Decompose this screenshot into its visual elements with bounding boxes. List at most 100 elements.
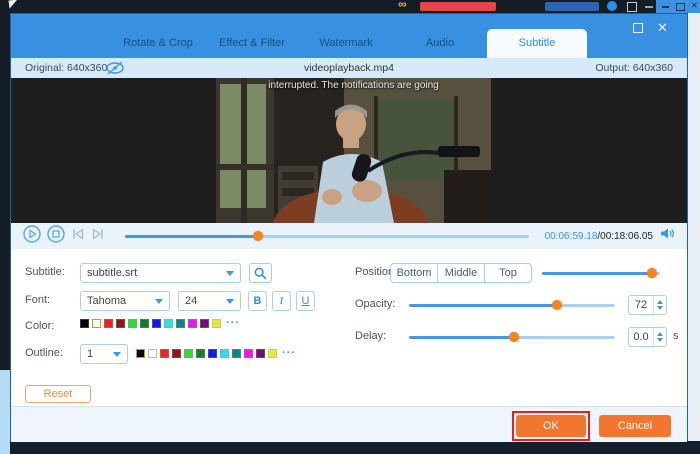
bold-button[interactable]: B (248, 291, 267, 311)
video-info-bar: Original: 640x360 videoplayback.mp4 Outp… (11, 58, 687, 78)
color-swatch[interactable] (128, 319, 137, 328)
tab-watermark[interactable]: Watermark (299, 29, 393, 58)
edit-subtitle-dialog: ✕ Rotate & Crop Effect & Filter Watermar… (10, 13, 688, 442)
previous-frame-button[interactable] (71, 227, 85, 246)
seek-knob[interactable] (253, 231, 264, 241)
color-swatch[interactable] (196, 349, 205, 358)
ok-button[interactable]: OK (516, 415, 586, 437)
reset-button[interactable]: Reset (25, 385, 91, 403)
video-preview-area: interrupted. The notifications are going (11, 78, 687, 264)
minimize-icon[interactable] (645, 6, 653, 8)
play-button[interactable] (23, 224, 41, 248)
color-swatch[interactable] (188, 319, 197, 328)
more-colors-button[interactable]: ··· (282, 348, 296, 359)
color-swatch[interactable] (164, 319, 173, 328)
time-display: 00:06:59.18/00:18:06.05 (545, 231, 653, 242)
seek-slider[interactable] (125, 231, 529, 241)
opacity-knob[interactable] (552, 300, 563, 310)
color-swatch[interactable] (212, 319, 221, 328)
player-bar: 00:06:59.18/00:18:06.05 (11, 223, 687, 249)
color-swatch[interactable] (256, 349, 265, 358)
color-label: Color: (25, 320, 55, 332)
bg-minimize-icon[interactable] (662, 6, 669, 8)
color-swatch[interactable] (140, 319, 149, 328)
italic-button[interactable]: I (272, 291, 291, 311)
background-left-panel (0, 370, 10, 454)
background-left-edge (0, 13, 10, 370)
color-swatch[interactable] (244, 349, 253, 358)
spin-up-icon[interactable] (657, 332, 663, 336)
background-app-titlebar: ∞ ✕ (0, 0, 700, 13)
cancel-button[interactable]: Cancel (599, 415, 671, 437)
bg-maximize-icon[interactable] (676, 3, 685, 11)
more-colors-button[interactable]: ··· (226, 318, 240, 329)
mouse-cursor-icon (8, 0, 19, 9)
opacity-spinner[interactable]: 72 (628, 295, 667, 315)
color-swatch[interactable] (152, 319, 161, 328)
color-swatch[interactable] (200, 319, 209, 328)
delay-knob[interactable] (509, 332, 520, 342)
color-swatch[interactable] (172, 349, 181, 358)
dialog-header: ✕ Rotate & Crop Effect & Filter Watermar… (11, 14, 687, 58)
background-blue-button[interactable] (545, 2, 599, 11)
tab-subtitle[interactable]: Subtitle (487, 29, 587, 58)
color-swatch[interactable] (136, 349, 145, 358)
close-icon[interactable]: ✕ (656, 21, 669, 34)
output-resolution-label: Output: 640x360 (595, 62, 673, 74)
font-family-select[interactable]: Tahoma (80, 291, 170, 311)
spin-down-icon[interactable] (657, 338, 663, 342)
tab-effect-filter[interactable]: Effect & Filter (205, 29, 299, 58)
subtitle-file-select[interactable]: subtitle.srt (80, 263, 241, 283)
color-swatch[interactable] (80, 319, 89, 328)
color-swatch[interactable] (232, 349, 241, 358)
account-icon[interactable] (607, 1, 617, 11)
outline-label: Outline: (25, 347, 63, 359)
position-bottom-button[interactable]: Bottom (390, 263, 438, 283)
color-swatch[interactable] (104, 319, 113, 328)
color-swatch[interactable] (160, 349, 169, 358)
color-swatch[interactable] (148, 349, 157, 358)
maximize-icon[interactable] (631, 21, 644, 34)
spin-down-icon[interactable] (657, 306, 663, 310)
delay-slider[interactable] (409, 332, 615, 342)
ok-highlight-annotation: OK (512, 411, 590, 441)
stop-button[interactable] (47, 224, 65, 248)
volume-icon[interactable] (660, 227, 675, 245)
color-swatch[interactable] (208, 349, 217, 358)
underline-button[interactable]: U (296, 291, 315, 311)
color-swatch[interactable] (176, 319, 185, 328)
position-slider[interactable] (542, 268, 660, 278)
screen: ∞ ✕ ✕ Rotate & Crop Effect & Filter Wate… (0, 0, 700, 454)
delay-spinner[interactable]: 0.0 (628, 327, 667, 347)
color-swatch[interactable] (184, 349, 193, 358)
menu-icon[interactable] (627, 2, 637, 12)
color-swatch[interactable] (268, 349, 277, 358)
burned-subtitle-text: interrupted. The notifications are going (268, 80, 439, 91)
tab-audio[interactable]: Audio (393, 29, 487, 58)
position-middle-button[interactable]: Middle (437, 263, 485, 283)
dialog-footer: OK Cancel (11, 406, 687, 442)
chevron-down-icon (113, 351, 121, 357)
tab-bar: Rotate & Crop Effect & Filter Watermark … (111, 29, 587, 58)
delay-label: Delay: (355, 330, 387, 342)
opacity-slider[interactable] (409, 300, 615, 310)
color-swatch[interactable] (116, 319, 125, 328)
background-bottom-edge (10, 441, 700, 454)
search-icon (254, 267, 267, 280)
spin-up-icon[interactable] (657, 300, 663, 304)
color-swatch[interactable] (92, 319, 101, 328)
browse-subtitle-button[interactable] (249, 263, 272, 283)
background-red-button[interactable] (420, 2, 496, 11)
tab-rotate-crop[interactable]: Rotate & Crop (111, 29, 205, 58)
font-color-palette: ··· (80, 318, 240, 329)
font-size-select[interactable]: 24 (178, 291, 241, 311)
position-knob[interactable] (646, 268, 657, 278)
subtitle-label: Subtitle: (25, 266, 65, 278)
position-top-button[interactable]: Top (484, 263, 532, 283)
bg-close-icon[interactable]: ✕ (691, 1, 698, 10)
outline-width-select[interactable]: 1 (80, 344, 128, 364)
app-logo-icon: ∞ (398, 0, 407, 11)
next-frame-button[interactable] (91, 227, 105, 246)
color-swatch[interactable] (220, 349, 229, 358)
chevron-down-icon (155, 298, 163, 304)
